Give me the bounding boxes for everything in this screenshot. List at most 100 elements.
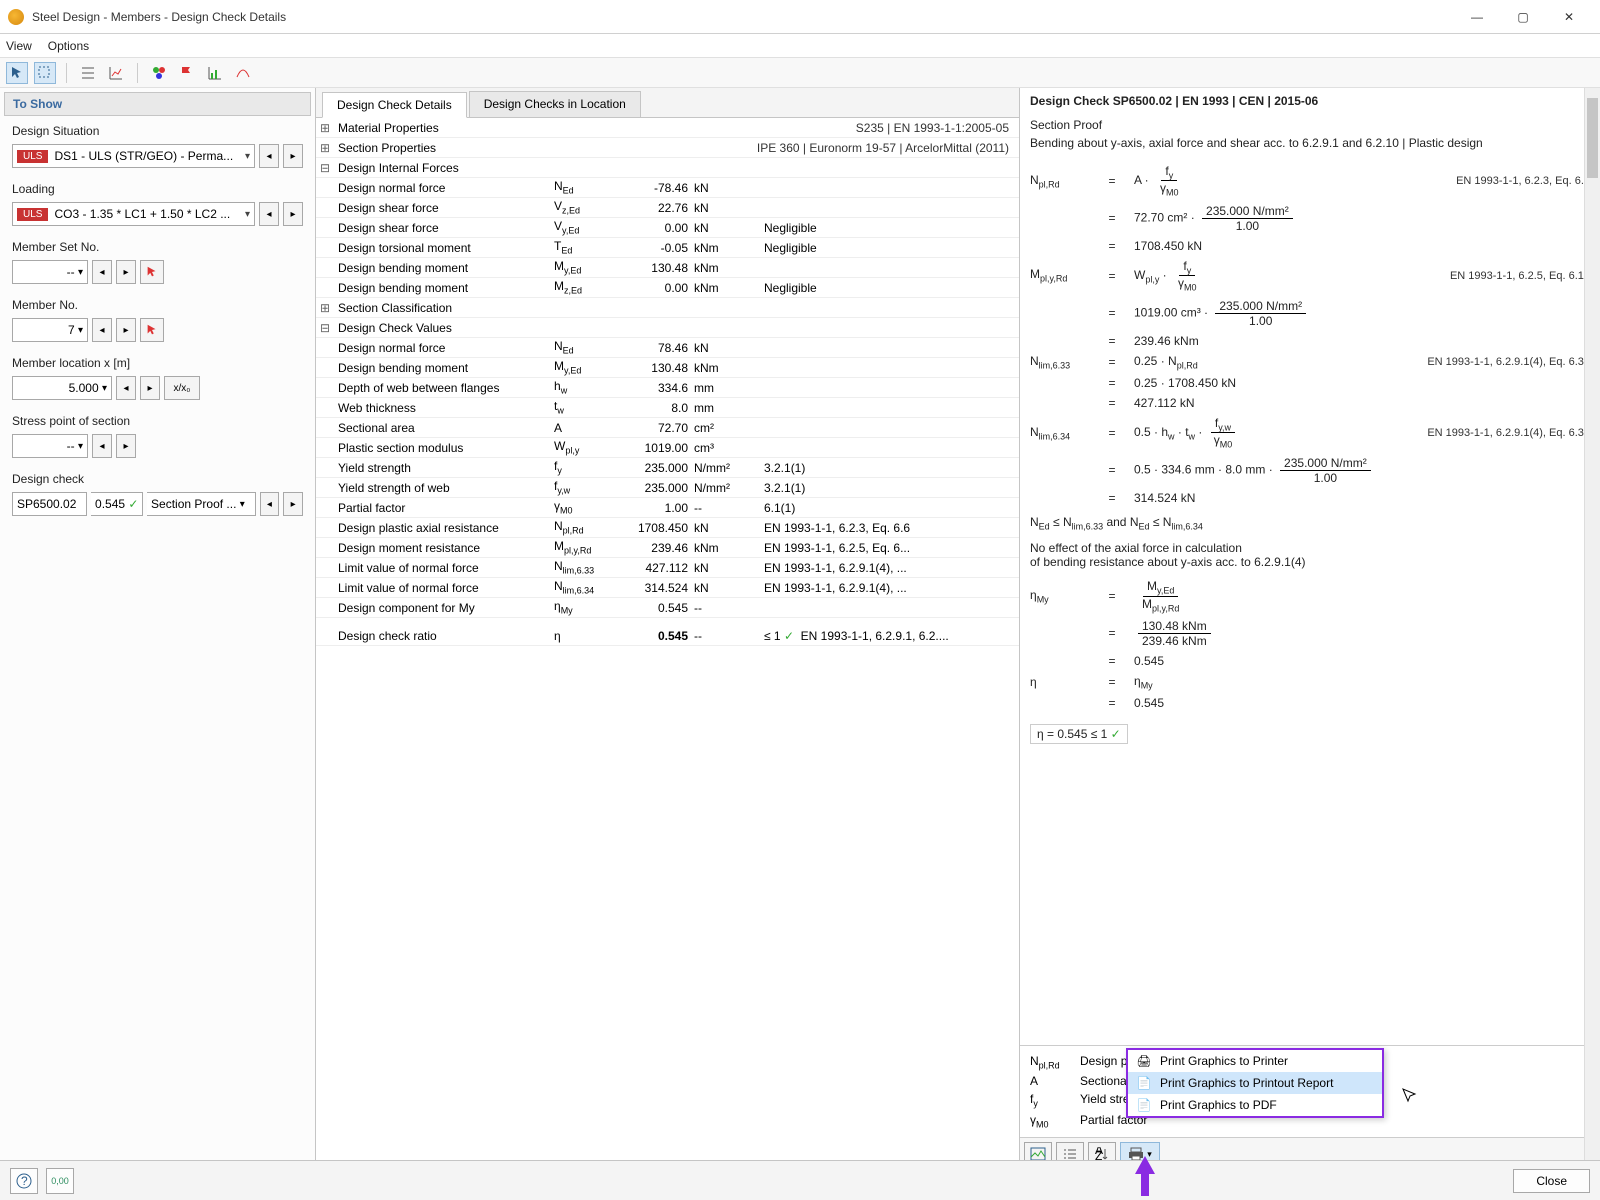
printer-icon: 🖨	[1136, 1053, 1152, 1069]
bottom-bar: ? 0,00 Close	[0, 1160, 1600, 1200]
menu-print-to-report[interactable]: 📄 Print Graphics to Printout Report	[1128, 1072, 1382, 1094]
next-button[interactable]: ▸	[283, 202, 303, 226]
table-row: Design plastic axial resistanceNpl,Rd170…	[316, 518, 1019, 538]
tool-chart-icon[interactable]	[105, 62, 127, 84]
center-panel: Design Check Details Design Checks in Lo…	[316, 88, 1020, 1170]
table-row: Design normal forceNEd78.46kN	[316, 338, 1019, 358]
chevron-down-icon: ▾	[78, 267, 83, 278]
table-row: Yield strengthfy235.000N/mm²3.2.1(1)	[316, 458, 1019, 478]
tool-select-icon[interactable]	[34, 62, 56, 84]
svg-text:?: ?	[21, 1174, 28, 1188]
next-button[interactable]: ▸	[283, 144, 303, 168]
pick-member-icon[interactable]	[140, 318, 164, 342]
location-ratio-button[interactable]: x/x₀	[164, 376, 200, 400]
scrollbar[interactable]	[1584, 88, 1600, 1170]
table-row: Design shear forceVz,Ed22.76kN	[316, 198, 1019, 218]
next-button[interactable]: ▸	[116, 434, 136, 458]
next-button[interactable]: ▸	[283, 492, 303, 516]
table-row: Depth of web between flangeshw334.6mm	[316, 378, 1019, 398]
expand-icon[interactable]: ⊞	[316, 141, 334, 155]
tool-cursor-icon[interactable]	[6, 62, 28, 84]
menu-print-to-printer[interactable]: 🖨 Print Graphics to Printer	[1128, 1050, 1382, 1072]
ratio-row: Design check ratio η 0.545 -- ≤ 1 ✓ EN 1…	[316, 626, 1019, 646]
report-icon: 📄	[1136, 1075, 1152, 1091]
maximize-button[interactable]: ▢	[1500, 2, 1546, 32]
table-row: Web thicknesstw8.0mm	[316, 398, 1019, 418]
prev-button[interactable]: ◂	[116, 376, 136, 400]
stress-label: Stress point of section	[12, 414, 303, 428]
table-row: Partial factorγM01.00--6.1(1)	[316, 498, 1019, 518]
table-row: Design shear forceVy,Ed0.00kNNegligible	[316, 218, 1019, 238]
loading-label: Loading	[12, 182, 303, 196]
table-row: Design normal forceNEd-78.46kN	[316, 178, 1019, 198]
chevron-down-icon: ▾	[78, 325, 83, 336]
menubar: View Options	[0, 34, 1600, 58]
table-row: Design component for MyηMy0.545--	[316, 598, 1019, 618]
collapse-icon[interactable]: ⊟	[316, 321, 334, 335]
prev-button[interactable]: ◂	[92, 434, 112, 458]
next-button[interactable]: ▸	[116, 260, 136, 284]
memberno-dropdown[interactable]: 7 ▾	[12, 318, 88, 342]
tool-colors-icon[interactable]	[148, 62, 170, 84]
table-row: Plastic section modulusWpl,y1019.00cm³	[316, 438, 1019, 458]
prev-button[interactable]: ◂	[92, 260, 112, 284]
table-row: Design bending momentMz,Ed0.00kNmNegligi…	[316, 278, 1019, 298]
tool-flag-icon[interactable]	[176, 62, 198, 84]
table-row: Limit value of normal forceNlim,6.33427.…	[316, 558, 1019, 578]
right-title: Design Check SP6500.02 | EN 1993 | CEN |…	[1020, 88, 1600, 114]
menu-options[interactable]: Options	[48, 39, 89, 53]
memberloc-dropdown[interactable]: 5.000 ▾	[12, 376, 112, 400]
prev-button[interactable]: ◂	[259, 202, 279, 226]
help-button[interactable]: ?	[10, 1168, 38, 1194]
memberloc-label: Member location x [m]	[12, 356, 303, 370]
memberno-label: Member No.	[12, 298, 303, 312]
menu-print-to-pdf[interactable]: 📄 Print Graphics to PDF	[1128, 1094, 1382, 1116]
loading-dropdown[interactable]: ULS CO3 - 1.35 * LC1 + 1.50 * LC2 ... ▾	[12, 202, 255, 226]
pdf-icon: 📄	[1136, 1097, 1152, 1113]
chevron-down-icon: ▾	[245, 151, 250, 162]
print-context-menu: 🖨 Print Graphics to Printer 📄 Print Grap…	[1126, 1048, 1384, 1118]
tab-design-check-details[interactable]: Design Check Details	[322, 92, 467, 118]
titlebar: Steel Design - Members - Design Check De…	[0, 0, 1600, 34]
table-row: Yield strength of webfy,w235.000N/mm²3.2…	[316, 478, 1019, 498]
check-desc-dropdown[interactable]: Section Proof ... ▾	[147, 492, 256, 516]
tool-graph-icon[interactable]	[204, 62, 226, 84]
memberset-dropdown[interactable]: -- ▾	[12, 260, 88, 284]
tool-curve-icon[interactable]	[232, 62, 254, 84]
units-button[interactable]: 0,00	[46, 1168, 74, 1194]
minimize-button[interactable]: —	[1454, 2, 1500, 32]
chevron-down-icon: ▾	[245, 209, 250, 220]
prev-button[interactable]: ◂	[260, 492, 280, 516]
memberset-label: Member Set No.	[12, 240, 303, 254]
annotation-arrow-icon	[1130, 1156, 1160, 1196]
tool-list-icon[interactable]	[77, 62, 99, 84]
left-panel: To Show Design Situation ULS DS1 - ULS (…	[0, 88, 316, 1170]
table-row: Sectional areaA72.70cm²	[316, 418, 1019, 438]
next-button[interactable]: ▸	[140, 376, 160, 400]
menu-view[interactable]: View	[6, 39, 32, 53]
expand-icon[interactable]: ⊞	[316, 121, 334, 135]
chevron-down-icon: ▾	[78, 441, 83, 452]
collapse-icon[interactable]: ⊟	[316, 161, 334, 175]
pick-member-icon[interactable]	[140, 260, 164, 284]
close-window-button[interactable]: ✕	[1546, 2, 1592, 32]
expand-icon[interactable]: ⊞	[316, 301, 334, 315]
close-button[interactable]: Close	[1513, 1169, 1590, 1193]
toolbar	[0, 58, 1600, 88]
check-id-field[interactable]: SP6500.02	[12, 492, 87, 516]
table-row: Design bending momentMy,Ed130.48kNm	[316, 358, 1019, 378]
stress-dropdown[interactable]: -- ▾	[12, 434, 88, 458]
table-row: Design moment resistanceMpl,y,Rd239.46kN…	[316, 538, 1019, 558]
tree-grid[interactable]: ⊞Material PropertiesS235 | EN 1993-1-1:2…	[316, 118, 1019, 1170]
table-row: Design bending momentMy,Ed130.48kNm	[316, 258, 1019, 278]
design-situation-label: Design Situation	[12, 124, 303, 138]
prev-button[interactable]: ◂	[259, 144, 279, 168]
chevron-down-icon: ▾	[102, 383, 107, 394]
check-label: Design check	[12, 472, 303, 486]
design-situation-dropdown[interactable]: ULS DS1 - ULS (STR/GEO) - Perma... ▾	[12, 144, 255, 168]
table-row: Limit value of normal forceNlim,6.34314.…	[316, 578, 1019, 598]
prev-button[interactable]: ◂	[92, 318, 112, 342]
proof-body: Section Proof Bending about y-axis, axia…	[1020, 114, 1600, 1045]
tab-design-checks-in-location[interactable]: Design Checks in Location	[469, 91, 641, 117]
next-button[interactable]: ▸	[116, 318, 136, 342]
